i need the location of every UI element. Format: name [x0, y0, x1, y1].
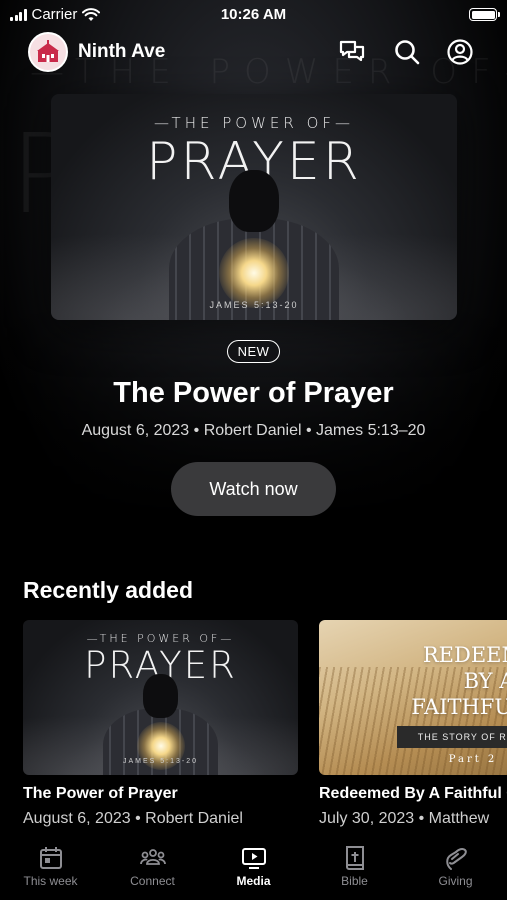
battery-icon [469, 8, 500, 21]
recently-added-rail[interactable]: —THE POWER OF— PRAYER JAMES 5:13-20 The … [23, 620, 507, 840]
media-card-meta: August 6, 2023 • Robert Daniel [23, 810, 243, 827]
media-thumbnail: —THE POWER OF— PRAYER JAMES 5:13-20 [23, 620, 298, 775]
giving-icon [445, 847, 467, 870]
chat-icon[interactable] [338, 38, 366, 66]
media-thumbnail: REDEEMED BY A FAITHFUL GO THE STORY OF R… [319, 620, 507, 775]
sermon-artwork: —THE POWER OF— PRAYER JAMES 5:13-20 [51, 94, 457, 320]
media-card-meta: July 30, 2023 • Matthew [319, 810, 490, 827]
media-card[interactable]: REDEEMED BY A FAITHFUL GO THE STORY OF R… [319, 620, 507, 828]
media-card-title: The Power of Prayer [23, 785, 178, 802]
account-icon[interactable] [446, 38, 474, 66]
tab-bible[interactable]: Bible [304, 844, 405, 900]
thumb-part: Part 2 [448, 754, 498, 765]
featured-artwork[interactable]: —THE POWER OF— PRAYER JAMES 5:13-20 [51, 94, 457, 320]
thumb-title: REDEEMED BY A FAITHFUL GO [411, 643, 507, 719]
media-icon [241, 848, 266, 869]
tab-giving[interactable]: Giving [405, 844, 506, 900]
featured-info: NEW The Power of Prayer August 6, 2023 •… [0, 340, 507, 516]
featured-title: The Power of Prayer [113, 377, 394, 409]
church-logo-icon[interactable] [28, 32, 68, 72]
media-card-title: Redeemed By A Faithful God [319, 785, 507, 802]
tab-label: Bible [341, 874, 368, 888]
praying-figure-image [169, 170, 339, 320]
artwork-reference: JAMES 5:13-20 [209, 300, 299, 310]
media-card[interactable]: —THE POWER OF— PRAYER JAMES 5:13-20 The … [23, 620, 298, 828]
calendar-icon [39, 847, 62, 869]
featured-meta: August 6, 2023 • Robert Daniel • James 5… [81, 422, 426, 439]
bible-icon [345, 846, 364, 870]
tab-label: Media [236, 874, 271, 888]
search-icon[interactable] [393, 38, 421, 66]
tab-label: This week [23, 874, 78, 888]
app-header: Ninth Ave [0, 32, 507, 74]
watch-now-button[interactable]: Watch now [171, 462, 336, 516]
artwork-kicker: —THE POWER OF— [153, 114, 355, 132]
new-badge: NEW [226, 340, 281, 363]
thumb-reference: JAMES 5:13-20 [122, 758, 199, 765]
tab-bar: This week Connect Media Bible Giving [0, 838, 507, 900]
tab-label: Giving [438, 874, 473, 888]
thumb-series: THE STORY OF RUTH [397, 726, 507, 748]
clock: 10:26 AM [220, 6, 287, 23]
tab-label: Connect [130, 874, 175, 888]
people-icon [139, 849, 166, 865]
tab-this-week[interactable]: This week [0, 844, 101, 900]
section-title-recently-added: Recently added [23, 577, 193, 603]
status-bar: Carrier 10:26 AM [0, 0, 507, 30]
tab-connect[interactable]: Connect [102, 844, 203, 900]
tab-media[interactable]: Media [203, 844, 304, 900]
app-name: Ninth Ave [78, 41, 166, 62]
